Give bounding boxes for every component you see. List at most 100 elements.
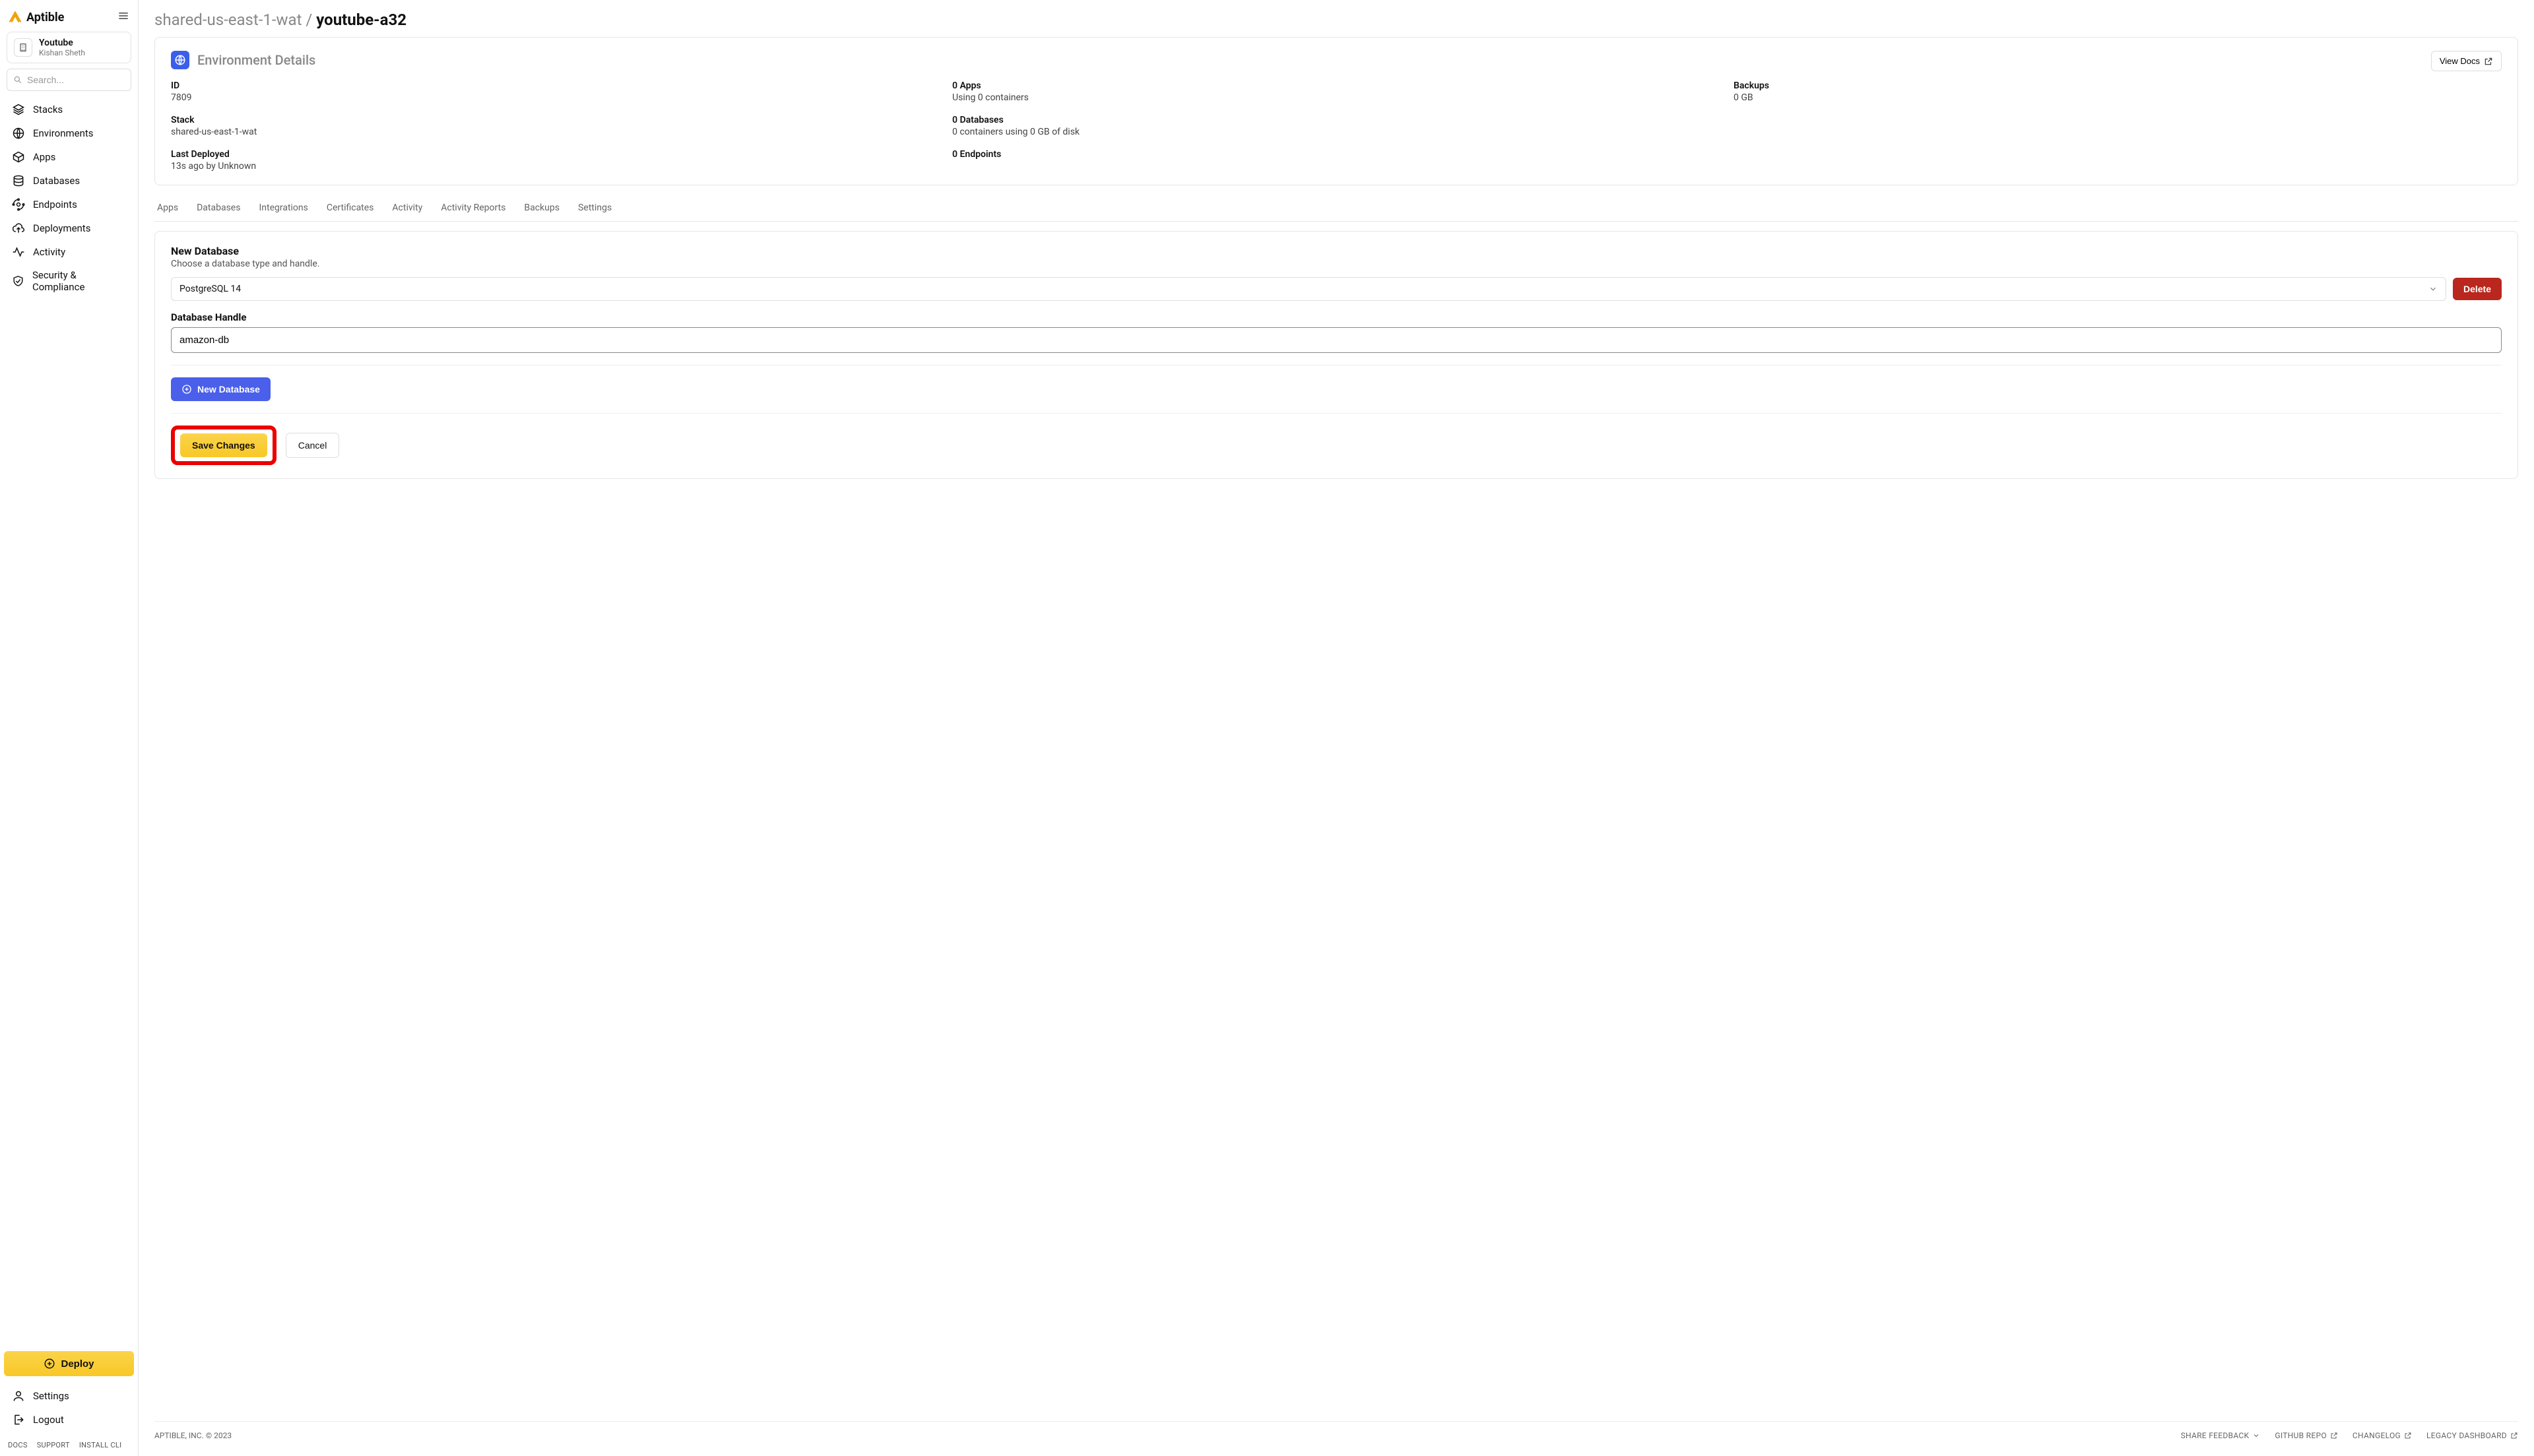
org-owner: Kishan Sheth xyxy=(39,48,85,57)
detail-last-deployed: Last Deployed 13s ago by Unknown xyxy=(171,149,939,172)
detail-endpoints: 0 Endpoints xyxy=(952,149,1720,172)
env-details-card: Environment Details View Docs ID 7809 0 … xyxy=(154,37,2518,185)
db-handle-input[interactable] xyxy=(171,327,2502,353)
nav-environments-label: Environments xyxy=(33,127,94,139)
view-docs-button[interactable]: View Docs xyxy=(2431,51,2502,71)
nav-deployments-label: Deployments xyxy=(33,222,90,234)
breadcrumb-parent[interactable]: shared-us-east-1-wat xyxy=(154,11,302,29)
tab-apps[interactable]: Apps xyxy=(157,195,178,221)
save-highlight: Save Changes xyxy=(171,426,276,465)
layers-icon xyxy=(12,103,25,116)
divider-2 xyxy=(171,413,2502,414)
id-value: 7809 xyxy=(171,92,939,103)
org-selector[interactable]: Youtube Kishan Sheth xyxy=(7,32,131,63)
new-database-button[interactable]: New Database xyxy=(171,377,271,401)
databases-label: 0 Databases xyxy=(952,115,1720,125)
globe-icon xyxy=(12,127,25,140)
hamburger-icon xyxy=(117,9,130,22)
footer-legacy[interactable]: LEGACY DASHBOARD xyxy=(2426,1431,2518,1440)
logout-icon xyxy=(12,1413,25,1426)
endpoint-icon xyxy=(12,198,25,211)
bottom-nav: Settings Logout xyxy=(4,1381,134,1434)
tab-activity-reports[interactable]: Activity Reports xyxy=(441,195,505,221)
tab-backups[interactable]: Backups xyxy=(524,195,560,221)
nav-activity-label: Activity xyxy=(33,246,65,258)
cancel-button[interactable]: Cancel xyxy=(286,433,340,458)
tabs: Apps Databases Integrations Certificates… xyxy=(154,195,2518,222)
view-docs-label: View Docs xyxy=(2440,56,2480,66)
database-icon xyxy=(12,174,25,187)
tab-databases[interactable]: Databases xyxy=(197,195,240,221)
db-type-select[interactable]: PostgreSQL 14 xyxy=(171,277,2446,301)
nav-databases[interactable]: Databases xyxy=(5,169,133,193)
apps-value: Using 0 containers xyxy=(952,92,1720,103)
new-db-form: New Database Choose a database type and … xyxy=(154,231,2518,479)
globe-icon xyxy=(174,54,186,66)
breadcrumb-current: youtube-a32 xyxy=(316,11,406,29)
breadcrumb-sep: / xyxy=(302,11,316,29)
org-name: Youtube xyxy=(39,38,85,48)
form-subtitle: Choose a database type and handle. xyxy=(171,259,2502,269)
nav-logout[interactable]: Logout xyxy=(5,1408,133,1432)
external-link-icon xyxy=(2404,1432,2412,1440)
cloud-upload-icon xyxy=(12,222,25,235)
nav-stacks[interactable]: Stacks xyxy=(5,98,133,121)
nav-apps[interactable]: Apps xyxy=(5,145,133,169)
external-link-icon xyxy=(2484,57,2493,66)
backups-label: Backups xyxy=(1734,80,2502,91)
footer-legacy-label: LEGACY DASHBOARD xyxy=(2426,1431,2507,1440)
detail-databases: 0 Databases 0 containers using 0 GB of d… xyxy=(952,115,1720,137)
chevron-down-icon xyxy=(2428,284,2438,294)
search-icon xyxy=(13,75,22,84)
legal-support[interactable]: SUPPORT xyxy=(37,1441,70,1449)
plus-circle-icon xyxy=(44,1358,55,1370)
logo[interactable]: Aptible xyxy=(8,10,64,24)
nav-activity[interactable]: Activity xyxy=(5,240,133,264)
tab-integrations[interactable]: Integrations xyxy=(259,195,308,221)
legal-links: DOCS SUPPORT INSTALL CLI xyxy=(4,1434,134,1449)
footer-copyright: APTIBLE, INC. © 2023 xyxy=(154,1431,232,1440)
stack-label: Stack xyxy=(171,115,939,125)
footer-github[interactable]: GITHUB REPO xyxy=(2275,1431,2338,1440)
legal-docs[interactable]: DOCS xyxy=(8,1441,28,1449)
sidebar-toggle[interactable] xyxy=(117,9,130,25)
nav-stacks-label: Stacks xyxy=(33,104,63,115)
footer-changelog-label: CHANGELOG xyxy=(2353,1431,2401,1440)
save-changes-button[interactable]: Save Changes xyxy=(180,433,267,457)
tab-activity[interactable]: Activity xyxy=(392,195,422,221)
nav-security-label: Security & Compliance xyxy=(32,269,126,293)
footer-share-feedback[interactable]: SHARE FEEDBACK xyxy=(2181,1431,2261,1440)
nav-environments[interactable]: Environments xyxy=(5,121,133,145)
shield-check-icon xyxy=(12,274,24,288)
nav-deployments[interactable]: Deployments xyxy=(5,216,133,240)
box-icon xyxy=(12,150,25,164)
nav-settings[interactable]: Settings xyxy=(5,1384,133,1408)
legal-install[interactable]: INSTALL CLI xyxy=(79,1441,122,1449)
external-link-icon xyxy=(2330,1432,2338,1440)
last-deployed-label: Last Deployed xyxy=(171,149,939,160)
detail-backups: Backups 0 GB xyxy=(1734,80,2502,103)
footer-changelog[interactable]: CHANGELOG xyxy=(2353,1431,2412,1440)
nav-security[interactable]: Security & Compliance xyxy=(5,264,133,298)
tab-certificates[interactable]: Certificates xyxy=(327,195,374,221)
detail-id: ID 7809 xyxy=(171,80,939,103)
id-label: ID xyxy=(171,80,939,91)
nav-endpoints[interactable]: Endpoints xyxy=(5,193,133,216)
nav-endpoints-label: Endpoints xyxy=(33,199,77,210)
tab-settings[interactable]: Settings xyxy=(578,195,612,221)
external-link-icon xyxy=(2510,1432,2518,1440)
nav-settings-label: Settings xyxy=(33,1390,69,1402)
plus-circle-icon xyxy=(181,384,192,395)
building-icon xyxy=(18,42,28,53)
handle-label: Database Handle xyxy=(171,311,2502,323)
search-input[interactable] xyxy=(7,69,131,91)
chevron-down-icon xyxy=(2252,1432,2260,1440)
search-wrap xyxy=(7,69,131,91)
env-details-title: Environment Details xyxy=(197,52,315,68)
deploy-label: Deploy xyxy=(61,1358,94,1370)
delete-button[interactable]: Delete xyxy=(2453,278,2502,300)
aptible-logo-icon xyxy=(8,10,22,24)
deploy-button[interactable]: Deploy xyxy=(4,1351,134,1376)
nav-logout-label: Logout xyxy=(33,1414,64,1426)
footer-github-label: GITHUB REPO xyxy=(2275,1431,2327,1440)
